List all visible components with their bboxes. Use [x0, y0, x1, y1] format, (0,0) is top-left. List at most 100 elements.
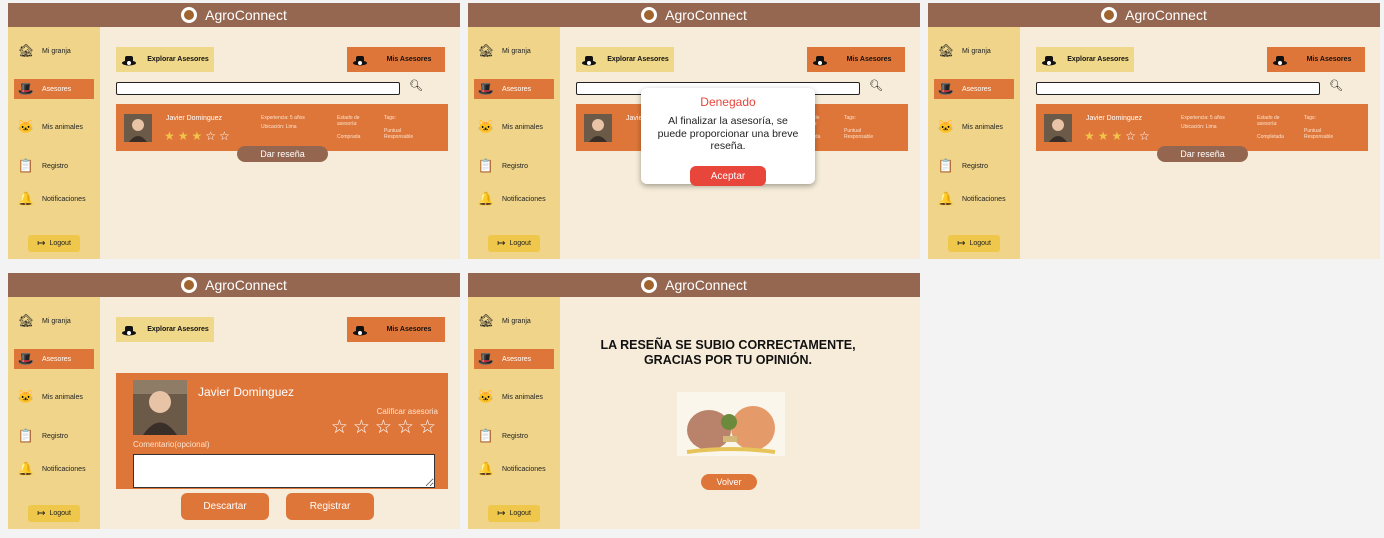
sidebar-item-mis-animales[interactable]: 🐱 Mis animales	[14, 117, 94, 137]
submit-button[interactable]: Registrar	[286, 493, 374, 520]
bell-icon: 🔔	[17, 461, 35, 476]
tags-value: Puntual Responsable	[844, 128, 874, 140]
explore-advisors-button[interactable]: Explorar Asesores	[116, 47, 214, 72]
logout-button[interactable]: ↦ Logout	[488, 235, 540, 252]
status-label: Estado de asesoría:	[337, 115, 360, 127]
search-input[interactable]	[1036, 82, 1320, 95]
my-advisors-button[interactable]: Mis Asesores	[347, 47, 445, 72]
advisor-photo	[1044, 114, 1072, 142]
farmer-hat-icon: 🎩	[477, 351, 495, 366]
app-title: AgroConnect	[205, 7, 287, 23]
advisor-name: Javier Dominguez	[166, 115, 223, 122]
sidebar-item-mi-granja[interactable]: 🏚 Mi granja	[14, 311, 94, 331]
bell-icon: 🔔	[477, 191, 495, 206]
logout-button[interactable]: ↦ Logout	[28, 505, 80, 522]
sidebar-item-registro[interactable]: 📋 Registro	[474, 156, 554, 176]
search-icon[interactable]: 🔍︎	[1329, 79, 1343, 92]
sidebar-item-notificaciones[interactable]: 🔔 Notificaciones	[14, 459, 94, 479]
logout-button[interactable]: ↦ Logout	[488, 505, 540, 522]
status-value: Comprada	[337, 134, 361, 140]
sidebar-item-registro[interactable]: 📋 Registro	[14, 156, 94, 176]
sidebar-item-mis-animales[interactable]: 🐱 Mis animales	[474, 117, 554, 137]
discard-button[interactable]: Descartar	[181, 493, 269, 520]
barn-icon: 🏚	[937, 43, 955, 58]
advisor-photo	[124, 114, 152, 142]
sidebar-item-mis-animales[interactable]: 🐱 Mis animales	[474, 387, 554, 407]
sidebar-item-mis-animales[interactable]: 🐱 Mis animales	[14, 387, 94, 407]
cat-face-icon: 🐱	[17, 119, 35, 134]
farmer-hat-icon: 🎩	[17, 351, 35, 366]
advisor-photo	[584, 114, 612, 142]
sidebar-item-registro[interactable]: 📋 Registro	[14, 426, 94, 446]
sidebar-item-asesores[interactable]: 🎩 Asesores	[14, 79, 94, 99]
cat-face-icon: 🐱	[477, 119, 495, 134]
guinea-pigs-illustration	[677, 392, 785, 456]
cat-face-icon: 🐱	[937, 119, 955, 134]
explore-advisors-button[interactable]: Explorar Asesores	[576, 47, 674, 72]
sidebar-item-notificaciones[interactable]: 🔔 Notificaciones	[474, 459, 554, 479]
clipboard-icon: 📋	[477, 428, 495, 443]
logout-icon: ↦	[497, 238, 506, 249]
screen-advisors-completed: AgroConnect 🏚 Mi granja 🎩 Asesores 🐱 Mis…	[928, 3, 1380, 259]
my-advisors-button[interactable]: Mis Asesores	[347, 317, 445, 342]
search-icon[interactable]: 🔍︎	[409, 79, 423, 92]
accept-button[interactable]: Aceptar	[690, 166, 766, 186]
explore-advisors-button[interactable]: Explorar Asesores	[116, 317, 214, 342]
sidebar-item-mi-granja[interactable]: 🏚 Mi granja	[474, 41, 554, 61]
sidebar-item-asesores[interactable]: 🎩 Asesores	[14, 349, 94, 369]
advisor-photo	[133, 380, 187, 435]
my-advisors-button[interactable]: Mis Asesores	[1267, 47, 1365, 72]
logout-button[interactable]: ↦ Logout	[28, 235, 80, 252]
app-title: AgroConnect	[1125, 7, 1207, 23]
farmer-hat-icon	[1267, 54, 1293, 66]
search-icon[interactable]: 🔍︎	[869, 79, 883, 92]
sidebar-item-asesores[interactable]: 🎩 Asesores	[934, 79, 1014, 99]
app-title: AgroConnect	[665, 277, 747, 293]
clipboard-icon: 📋	[477, 158, 495, 173]
denied-dialog: Denegado Al finalizar la asesoría, se pu…	[641, 88, 815, 186]
explore-advisors-button[interactable]: Explorar Asesores	[1036, 47, 1134, 72]
comment-field[interactable]	[133, 454, 435, 488]
app-logo-icon	[641, 277, 658, 293]
tags-label: Tags:	[1304, 115, 1316, 121]
give-review-button[interactable]: Dar reseña	[237, 146, 328, 162]
sidebar: 🏚 Mi granja 🎩 Asesores 🐱 Mis animales 📋 …	[928, 27, 1020, 259]
advisor-name: Javier Dominguez	[198, 385, 295, 399]
give-review-button[interactable]: Dar reseña	[1157, 146, 1248, 162]
sidebar-item-mi-granja[interactable]: 🏚 Mi granja	[14, 41, 94, 61]
sidebar-item-notificaciones[interactable]: 🔔 Notificaciones	[14, 189, 94, 209]
sidebar: 🏚 Mi granja 🎩 Asesores 🐱 Mis animales 📋 …	[8, 297, 100, 529]
clipboard-icon: 📋	[17, 428, 35, 443]
sidebar-item-asesores[interactable]: 🎩 Asesores	[474, 349, 554, 369]
logout-button[interactable]: ↦ Logout	[948, 235, 1000, 252]
advisor-card[interactable]: Javier Dominguez Experiencia: 5 años Ubi…	[116, 104, 448, 151]
app-header: AgroConnect	[468, 273, 920, 297]
sidebar-item-mi-granja[interactable]: 🏚 Mi granja	[934, 41, 1014, 61]
farmer-hat-icon: 🎩	[477, 81, 495, 96]
my-advisors-button[interactable]: Mis Asesores	[807, 47, 905, 72]
sidebar-item-registro[interactable]: 📋 Registro	[474, 426, 554, 446]
rating-input[interactable]: ☆☆☆☆☆	[331, 416, 441, 439]
tags-value: Puntual Responsable	[384, 128, 414, 140]
advisor-experience: Experiencia: 5 años	[1181, 115, 1225, 121]
screen-advisors-list: AgroConnect 🏚 Mi granja 🎩 Asesores 🐱 Mis…	[8, 3, 460, 259]
sidebar-item-notificaciones[interactable]: 🔔 Notificaciones	[934, 189, 1014, 209]
farmer-hat-icon	[576, 54, 602, 66]
bell-icon: 🔔	[937, 191, 955, 206]
success-message: LA RESEÑA SE SUBIO CORRECTAMENTE, GRACIA…	[600, 338, 856, 367]
barn-icon: 🏚	[477, 43, 495, 58]
app-header: AgroConnect	[8, 273, 460, 297]
sidebar-item-mi-granja[interactable]: 🏚 Mi granja	[474, 311, 554, 331]
sidebar-item-asesores[interactable]: 🎩 Asesores	[474, 79, 554, 99]
logout-icon: ↦	[37, 508, 46, 519]
back-button[interactable]: Volver	[701, 474, 757, 490]
sidebar-item-registro[interactable]: 📋 Registro	[934, 156, 1014, 176]
advisor-card[interactable]: Javier Dominguez Experiencia: 5 años Ubi…	[1036, 104, 1368, 151]
logout-icon: ↦	[37, 238, 46, 249]
app-header: AgroConnect	[928, 3, 1380, 27]
search-input[interactable]	[116, 82, 400, 95]
app-logo-icon	[1101, 7, 1118, 23]
sidebar: 🏚 Mi granja 🎩 Asesores 🐱 Mis animales 📋 …	[468, 27, 560, 259]
sidebar-item-mis-animales[interactable]: 🐱 Mis animales	[934, 117, 1014, 137]
sidebar-item-notificaciones[interactable]: 🔔 Notificaciones	[474, 189, 554, 209]
